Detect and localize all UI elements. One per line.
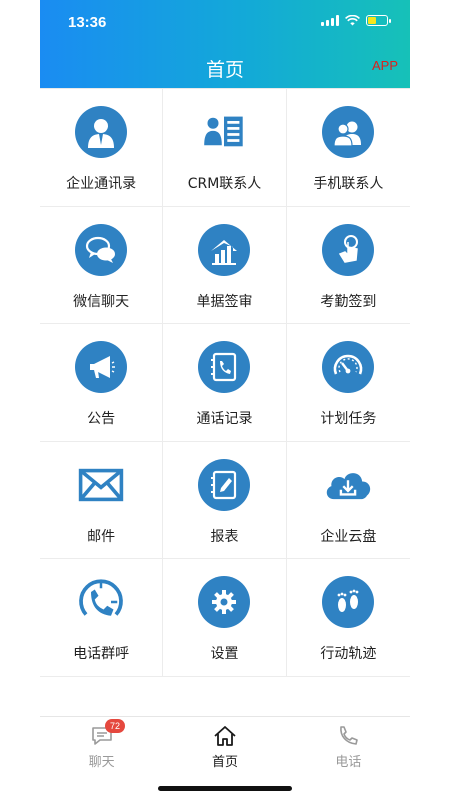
grid-item-phone-contacts[interactable]: 手机联系人 — [286, 89, 410, 207]
grid-item-mail[interactable]: 邮件 — [40, 441, 164, 560]
cloud-drive-icon — [322, 459, 374, 511]
settings-icon — [198, 576, 251, 629]
grid-item-label: 企业云盘 — [320, 528, 377, 545]
crm-contacts-icon — [198, 106, 250, 158]
grid-item-footprint[interactable]: 行动轨迹 — [286, 559, 410, 677]
call-log-icon — [198, 341, 251, 394]
enterprise-contacts-icon — [75, 106, 128, 158]
grid-item-label: CRM联系人 — [187, 176, 262, 192]
grid-item-settings[interactable]: 设置 — [163, 559, 287, 677]
attendance-checkin-icon — [322, 223, 375, 276]
home-indicator — [158, 786, 292, 791]
grid-item-label: 微信聊天 — [73, 293, 130, 310]
battery-icon — [366, 15, 391, 26]
grid-item-label: 设置 — [210, 646, 239, 663]
plan-task-icon — [322, 341, 375, 394]
grid-item-label: 计划任务 — [320, 411, 377, 428]
grid-item-label: 企业通讯录 — [66, 176, 137, 192]
wechat-chat-icon — [75, 223, 128, 276]
tab-label: 首页 — [211, 755, 238, 770]
grid-item-label: 邮件 — [87, 528, 116, 545]
grid-item-report[interactable]: 报表 — [163, 441, 287, 560]
function-grid: 企业通讯录 CRM联系人 手机联系人 微信聊天 单据签审 考勤签到 公告 通话记… — [40, 88, 410, 677]
bottom-tab-bar: 72 聊天 首页 电话 — [40, 716, 410, 776]
grid-item-plan-task[interactable]: 计划任务 — [286, 324, 410, 442]
grid-item-enterprise-contacts[interactable]: 企业通讯录 — [40, 89, 164, 207]
phone-icon — [340, 726, 359, 745]
grid-item-label: 报表 — [210, 528, 239, 545]
document-approval-icon — [198, 223, 251, 276]
grid-item-label: 单据签审 — [196, 293, 253, 310]
tab-phone[interactable]: 电话 — [287, 717, 410, 776]
header-bar: 13:36 首页 APP — [40, 0, 410, 88]
unread-badge: 72 — [105, 719, 125, 733]
report-icon — [198, 458, 251, 511]
phone-screen: 13:36 首页 APP 企业通讯录 CRM联系人 手机联系人 微信聊天 单据签… — [40, 0, 410, 800]
group-call-icon — [75, 576, 127, 628]
grid-item-label: 手机联系人 — [313, 176, 384, 192]
mail-icon — [75, 459, 127, 511]
status-time: 13:36 — [68, 14, 107, 31]
app-link[interactable]: APP — [372, 58, 398, 73]
grid-item-wechat-chat[interactable]: 微信聊天 — [40, 206, 164, 325]
tab-chat[interactable]: 72 聊天 — [40, 717, 163, 776]
phone-contacts-icon — [322, 106, 375, 158]
tab-label: 电话 — [335, 755, 362, 770]
tab-label: 聊天 — [88, 755, 115, 770]
page-title: 首页 — [205, 59, 244, 81]
grid-item-crm-contacts[interactable]: CRM联系人 — [163, 89, 287, 207]
grid-item-attendance-checkin[interactable]: 考勤签到 — [286, 207, 410, 325]
grid-item-label: 考勤签到 — [320, 293, 377, 310]
tab-home[interactable]: 首页 — [163, 717, 286, 776]
grid-item-group-call[interactable]: 电话群呼 — [40, 559, 164, 677]
grid-item-cloud-drive[interactable]: 企业云盘 — [286, 442, 410, 560]
announcement-icon — [75, 341, 128, 394]
grid-item-label: 公告 — [87, 411, 116, 428]
grid-item-announcement[interactable]: 公告 — [40, 324, 164, 442]
grid-item-call-log[interactable]: 通话记录 — [163, 324, 287, 442]
home-icon — [214, 726, 236, 746]
wifi-icon — [345, 15, 360, 26]
signal-icon — [321, 15, 339, 26]
footprint-icon — [322, 576, 375, 629]
grid-item-document-approval[interactable]: 单据签审 — [163, 206, 287, 325]
grid-item-label: 通话记录 — [196, 411, 253, 428]
status-icons — [321, 15, 391, 26]
grid-item-label: 电话群呼 — [73, 646, 130, 663]
grid-item-label: 行动轨迹 — [320, 646, 377, 663]
